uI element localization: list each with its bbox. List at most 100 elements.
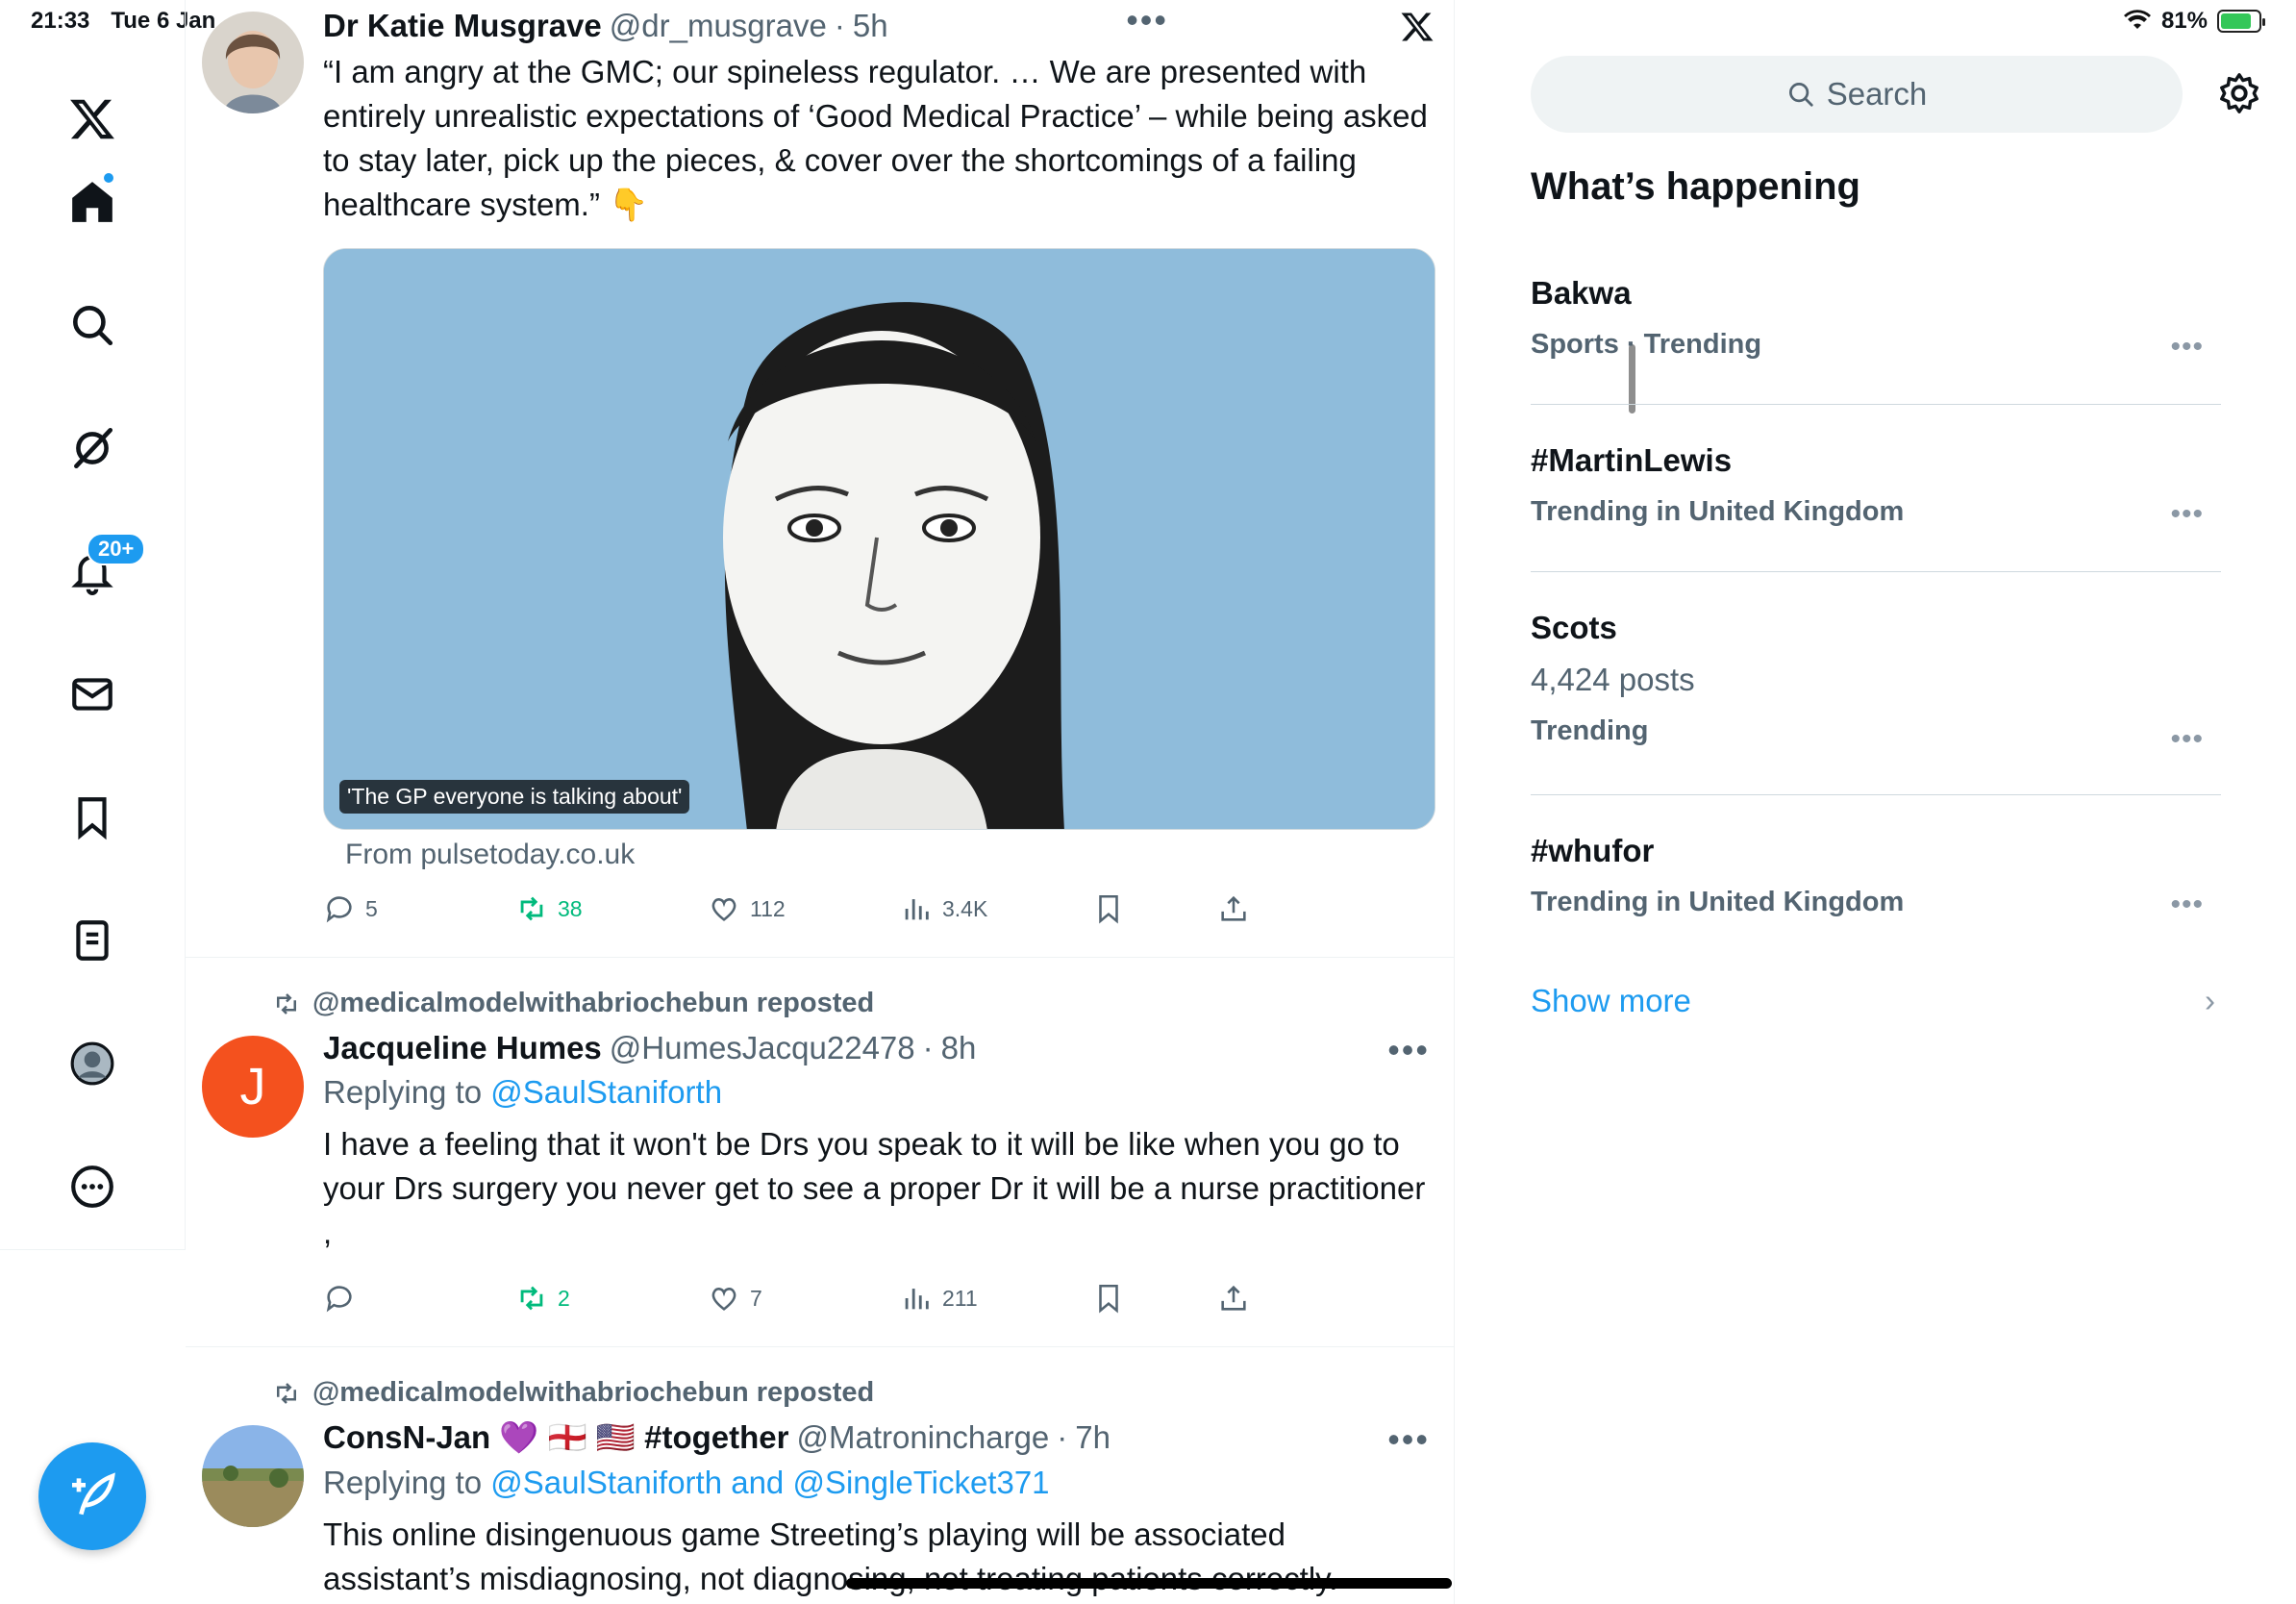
card-illustration	[324, 249, 1435, 829]
avatar[interactable]: J	[202, 1036, 304, 1138]
like-button[interactable]: 7	[708, 1282, 900, 1315]
repost-button[interactable]: 38	[515, 892, 708, 925]
views-button[interactable]: 211	[900, 1282, 1092, 1315]
more-options-button[interactable]: •••	[1387, 1419, 1430, 1460]
share-icon	[1221, 1285, 1246, 1311]
card-source[interactable]: From pulsetoday.co.uk	[345, 839, 635, 871]
profile-icon	[70, 1041, 114, 1086]
repost-by[interactable]: @medicalmodelwithabriochebun reposted	[312, 1377, 874, 1409]
search-input[interactable]: Search	[1531, 56, 2183, 133]
author-name[interactable]: Dr Katie Musgrave	[323, 8, 602, 44]
views-icon	[905, 899, 929, 920]
share-icon	[1221, 895, 1246, 921]
bookmark-button[interactable]	[1092, 892, 1217, 925]
mail-icon	[72, 678, 112, 711]
tweet-time[interactable]: 5h	[853, 8, 888, 44]
search-placeholder: Search	[1826, 76, 1928, 112]
tweet-time[interactable]: 8h	[941, 1030, 977, 1066]
repost-icon	[277, 992, 296, 1015]
right-sidebar: Search What’s happening Bakwa Sports · T…	[1529, 0, 2296, 1604]
trend-item[interactable]: #MartinLewis Trending in United Kingdom …	[1531, 442, 2221, 531]
nav-bookmarks[interactable]	[60, 785, 125, 850]
home-indicator	[846, 1578, 1452, 1589]
chevron-right-icon: ›	[2205, 983, 2215, 1018]
compose-icon	[72, 1472, 115, 1516]
replying-to-prefix: Replying to	[323, 1465, 491, 1500]
tweet-actions: 5 38 112 3.4K	[323, 892, 1342, 925]
tweet-header: Jacqueline Humes @HumesJacqu22478 · 8h	[323, 1030, 1435, 1066]
reply-icon	[326, 1286, 352, 1313]
show-more-label: Show more	[1531, 983, 1691, 1018]
search-icon	[1788, 83, 1813, 107]
more-options-button[interactable]: •••	[1387, 1030, 1430, 1070]
trend-item[interactable]: Bakwa Sports · Trending •••	[1531, 275, 2221, 363]
replying-to-link[interactable]: @SaulStaniforth and @SingleTicket371	[490, 1465, 1049, 1500]
replying-to-link[interactable]: @SaulStaniforth	[490, 1074, 722, 1110]
reply-icon	[326, 896, 352, 923]
left-nav: 20+	[0, 0, 186, 1250]
x-logo[interactable]	[60, 87, 125, 152]
repost-count: 38	[558, 895, 583, 921]
trend-more-button[interactable]: •••	[2170, 498, 2204, 531]
grok-icon	[74, 427, 113, 469]
replying-to-prefix: Replying to	[323, 1074, 491, 1110]
share-button[interactable]	[1217, 892, 1342, 925]
nav-home[interactable]	[60, 169, 125, 235]
link-card[interactable]: 'The GP everyone is talking about'	[323, 248, 1435, 830]
repost-indicator: @medicalmodelwithabriochebun reposted	[272, 1377, 874, 1409]
author-handle[interactable]: @Matronincharge	[796, 1419, 1049, 1456]
avatar[interactable]	[202, 1425, 304, 1527]
nav-more[interactable]	[60, 1154, 125, 1219]
author-handle[interactable]: @dr_musgrave	[610, 8, 827, 44]
tweet-text: “I am angry at the GMC; our spineless re…	[323, 54, 1428, 222]
tweet[interactable]: @medicalmodelwithabriochebun reposted J …	[186, 959, 1455, 1347]
bookmark-button[interactable]	[1092, 1282, 1217, 1315]
repost-icon	[520, 896, 543, 921]
reply-count: 5	[365, 895, 378, 921]
nav-notifications[interactable]: 20+	[60, 533, 146, 604]
tweet[interactable]: @medicalmodelwithabriochebun reposted Co…	[186, 1348, 1455, 1604]
tweet[interactable]: Dr Katie Musgrave @dr_musgrave · 5h “I a…	[186, 0, 1455, 958]
show-more-link[interactable]: Show more ›	[1531, 983, 2221, 1019]
reply-button[interactable]: 5	[323, 892, 515, 925]
share-button[interactable]	[1217, 1282, 1342, 1315]
nav-lists[interactable]	[60, 908, 125, 973]
author-name[interactable]: ConsN-Jan 💜 🏴󠁧󠁢󠁥󠁮󠁧󠁿 🇺🇸 #together	[323, 1419, 788, 1457]
bookmark-icon	[78, 797, 107, 840]
repost-button[interactable]: 2	[515, 1282, 708, 1315]
reply-button[interactable]	[323, 1282, 515, 1315]
trend-item[interactable]: Scots 4,424 posts Trending •••	[1531, 610, 2221, 755]
author-name[interactable]: Jacqueline Humes	[323, 1030, 602, 1066]
trend-posts: 4,424 posts	[1531, 662, 1695, 697]
views-button[interactable]: 3.4K	[900, 892, 1092, 925]
nav-messages[interactable]	[60, 662, 125, 727]
more-options-button[interactable]: •••	[1126, 0, 1168, 40]
trend-name: Scots	[1531, 610, 1617, 645]
nav-grok[interactable]	[60, 415, 125, 481]
compose-button[interactable]	[38, 1442, 146, 1550]
like-button[interactable]: 112	[708, 892, 900, 925]
trend-more-button[interactable]: •••	[2170, 723, 2204, 756]
tweet-time[interactable]: 7h	[1075, 1419, 1111, 1456]
repost-count: 2	[558, 1285, 570, 1311]
tweet-body: Dr Katie Musgrave @dr_musgrave · 5h “I a…	[323, 8, 1435, 227]
repost-by[interactable]: @medicalmodelwithabriochebun reposted	[312, 988, 874, 1019]
trend-more-button[interactable]: •••	[2170, 331, 2204, 363]
trend-name: Bakwa	[1531, 275, 1632, 311]
gear-icon[interactable]	[2217, 71, 2261, 115]
avatar[interactable]	[202, 12, 304, 113]
like-count: 112	[750, 895, 786, 921]
trend-item[interactable]: #whufor Trending in United Kingdom •••	[1531, 833, 2221, 921]
nav-explore[interactable]	[60, 292, 125, 358]
trend-meta: Trending in United Kingdom	[1531, 496, 1905, 527]
author-handle[interactable]: @HumesJacqu22478	[610, 1030, 915, 1066]
divider	[1531, 404, 2221, 405]
views-count: 211	[942, 1285, 978, 1311]
repost-indicator: @medicalmodelwithabriochebun reposted	[272, 988, 874, 1019]
x-logo	[1400, 10, 1435, 49]
nav-profile[interactable]	[60, 1031, 125, 1096]
trend-meta: Trending in United Kingdom	[1531, 887, 1905, 917]
home-notification-dot	[102, 171, 115, 185]
tweet-body: ConsN-Jan 💜 🏴󠁧󠁢󠁥󠁮󠁧󠁿 🇺🇸 #together @Matron…	[323, 1419, 1435, 1601]
trend-more-button[interactable]: •••	[2170, 889, 2204, 921]
